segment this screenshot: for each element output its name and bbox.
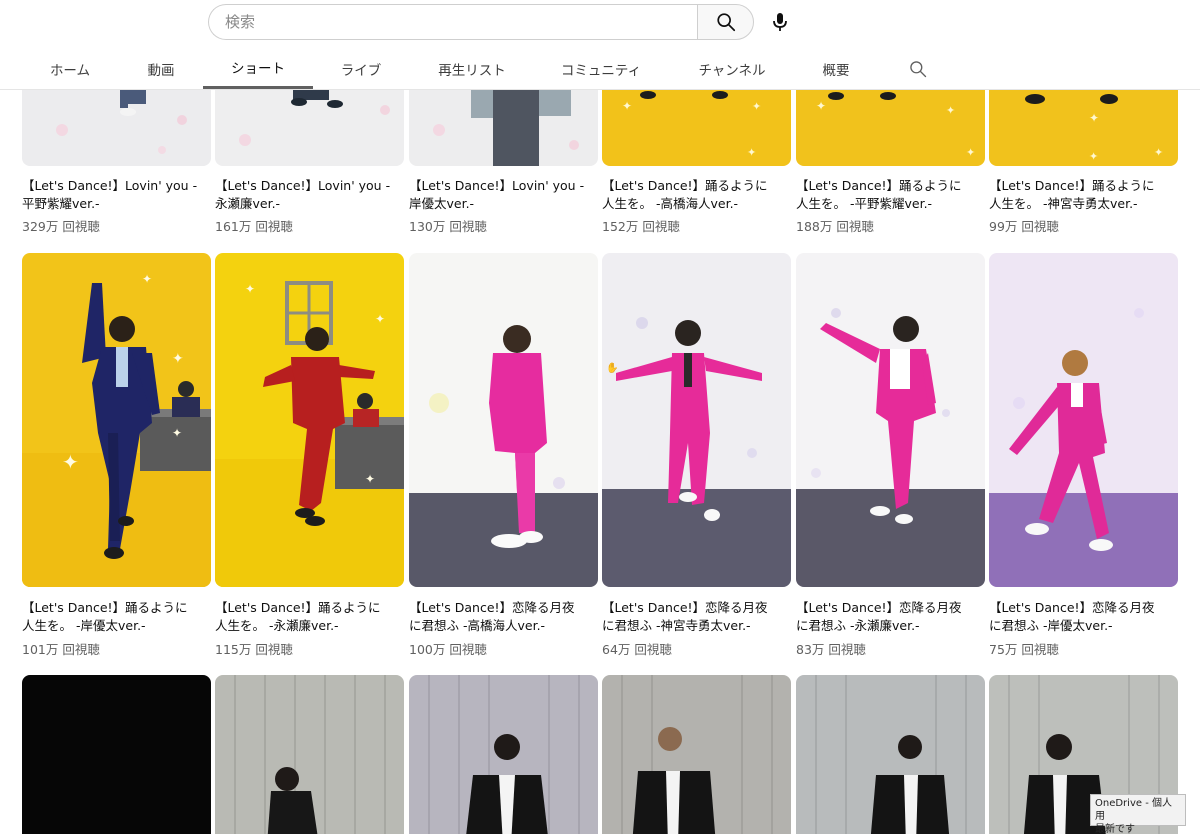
short-thumbnail[interactable]: [215, 675, 404, 834]
short-thumbnail[interactable]: [602, 675, 791, 834]
short-thumbnail[interactable]: [989, 253, 1178, 587]
tab-search-button[interactable]: [905, 56, 931, 82]
short-thumbnail[interactable]: ✦ ✦ ✦: [796, 90, 985, 166]
svg-text:✦: ✦: [375, 312, 385, 326]
short-thumbnail[interactable]: [796, 253, 985, 587]
short-title[interactable]: 【Let's Dance!】Lovin' you - 平野紫耀ver.-: [22, 177, 210, 213]
short-thumbnail[interactable]: [796, 675, 985, 834]
svg-text:✦: ✦: [172, 351, 184, 367]
view-count: 64万 回視聴: [602, 642, 672, 657]
view-count: 152万 回視聴: [602, 219, 680, 234]
short-title[interactable]: 【Let's Dance!】Lovin' you - 永瀬廉ver.-: [215, 177, 403, 213]
tab-playlists[interactable]: 再生リスト: [420, 48, 524, 89]
svg-text:✦: ✦: [142, 272, 152, 286]
short-thumbnail[interactable]: ✦ ✦ ✦: [989, 90, 1178, 166]
search-input[interactable]: [208, 4, 697, 40]
svg-text:✦: ✦: [365, 472, 375, 486]
search-icon: [716, 13, 735, 32]
view-count: 83万 回視聴: [796, 642, 866, 657]
onedrive-status-tooltip: OneDrive - 個人用 最新です: [1090, 794, 1186, 834]
tab-shorts[interactable]: ショート: [203, 48, 313, 89]
svg-text:✦: ✦: [1089, 111, 1099, 125]
onedrive-line-2: 最新です: [1095, 824, 1135, 834]
mic-icon: [773, 13, 787, 31]
short-thumbnail[interactable]: [409, 90, 598, 166]
short-title[interactable]: 【Let's Dance!】踊るように 人生を。 -岸優太ver.-: [22, 599, 210, 635]
search-button[interactable]: [697, 4, 754, 40]
channel-tabs: ホーム 動画 ショート ライブ 再生リスト コミュニティ チャンネル 概要: [0, 48, 1200, 90]
svg-text:✦: ✦: [747, 146, 756, 159]
view-count: 115万 回視聴: [215, 642, 293, 657]
svg-text:✦: ✦: [1154, 146, 1163, 159]
short-thumbnail[interactable]: ✋: [602, 253, 791, 587]
tab-channels[interactable]: チャンネル: [685, 48, 779, 89]
short-title[interactable]: 【Let's Dance!】踊るように 人生を。 -神宮寺勇太ver.-: [989, 177, 1177, 213]
short-title[interactable]: 【Let's Dance!】恋降る月夜 に君想ふ -神宮寺勇太ver.-: [602, 599, 790, 635]
svg-text:✦: ✦: [1089, 150, 1098, 163]
svg-text:✦: ✦: [172, 426, 182, 440]
search-icon: [910, 61, 927, 78]
svg-text:✦: ✦: [245, 282, 255, 296]
short-thumbnail[interactable]: [409, 253, 598, 587]
short-title[interactable]: 【Let's Dance!】踊るように 人生を。 -永瀬廉ver.-: [215, 599, 403, 635]
tab-videos[interactable]: 動画: [128, 48, 194, 89]
short-title[interactable]: 【Let's Dance!】踊るように 人生を。 -平野紫耀ver.-: [796, 177, 984, 213]
voice-search-button[interactable]: [762, 4, 798, 40]
short-title[interactable]: 【Let's Dance!】恋降る月夜 に君想ふ -永瀬廉ver.-: [796, 599, 984, 635]
onedrive-line-1: OneDrive - 個人用: [1095, 798, 1172, 822]
svg-text:✦: ✦: [62, 450, 79, 474]
search-bar: [208, 4, 754, 40]
svg-text:✦: ✦: [816, 99, 826, 113]
short-thumbnail[interactable]: ✦ ✦ ✦: [215, 253, 404, 587]
tab-community[interactable]: コミュニティ: [548, 48, 654, 89]
short-title[interactable]: 【Let's Dance!】Lovin' you - 岸優太ver.-: [409, 177, 597, 213]
short-thumbnail[interactable]: ✦ ✦ ✦ ✦: [22, 253, 211, 587]
view-count: 161万 回視聴: [215, 219, 293, 234]
short-title[interactable]: 【Let's Dance!】恋降る月夜 に君想ふ -高橋海人ver.-: [409, 599, 597, 635]
view-count: 99万 回視聴: [989, 219, 1059, 234]
view-count: 188万 回視聴: [796, 219, 874, 234]
view-count: 100万 回視聴: [409, 642, 487, 657]
short-thumbnail[interactable]: [22, 675, 211, 834]
svg-text:✦: ✦: [946, 104, 955, 117]
svg-text:✦: ✦: [622, 99, 632, 113]
short-title[interactable]: 【Let's Dance!】踊るように 人生を。 -高橋海人ver.-: [602, 177, 790, 213]
view-count: 101万 回視聴: [22, 642, 100, 657]
svg-text:✦: ✦: [966, 146, 975, 159]
svg-text:✦: ✦: [752, 100, 761, 113]
short-thumbnail[interactable]: ✦ ✦ ✦: [602, 90, 791, 166]
short-thumbnail[interactable]: [22, 90, 211, 166]
view-count: 130万 回視聴: [409, 219, 487, 234]
tab-about[interactable]: 概要: [806, 48, 866, 89]
tab-live[interactable]: ライブ: [326, 48, 396, 89]
svg-text:✋: ✋: [606, 361, 618, 374]
view-count: 329万 回視聴: [22, 219, 100, 234]
tab-home[interactable]: ホーム: [30, 48, 110, 89]
short-thumbnail[interactable]: [215, 90, 404, 166]
short-thumbnail[interactable]: [409, 675, 598, 834]
short-title[interactable]: 【Let's Dance!】恋降る月夜 に君想ふ -岸優太ver.-: [989, 599, 1177, 635]
view-count: 75万 回視聴: [989, 642, 1059, 657]
